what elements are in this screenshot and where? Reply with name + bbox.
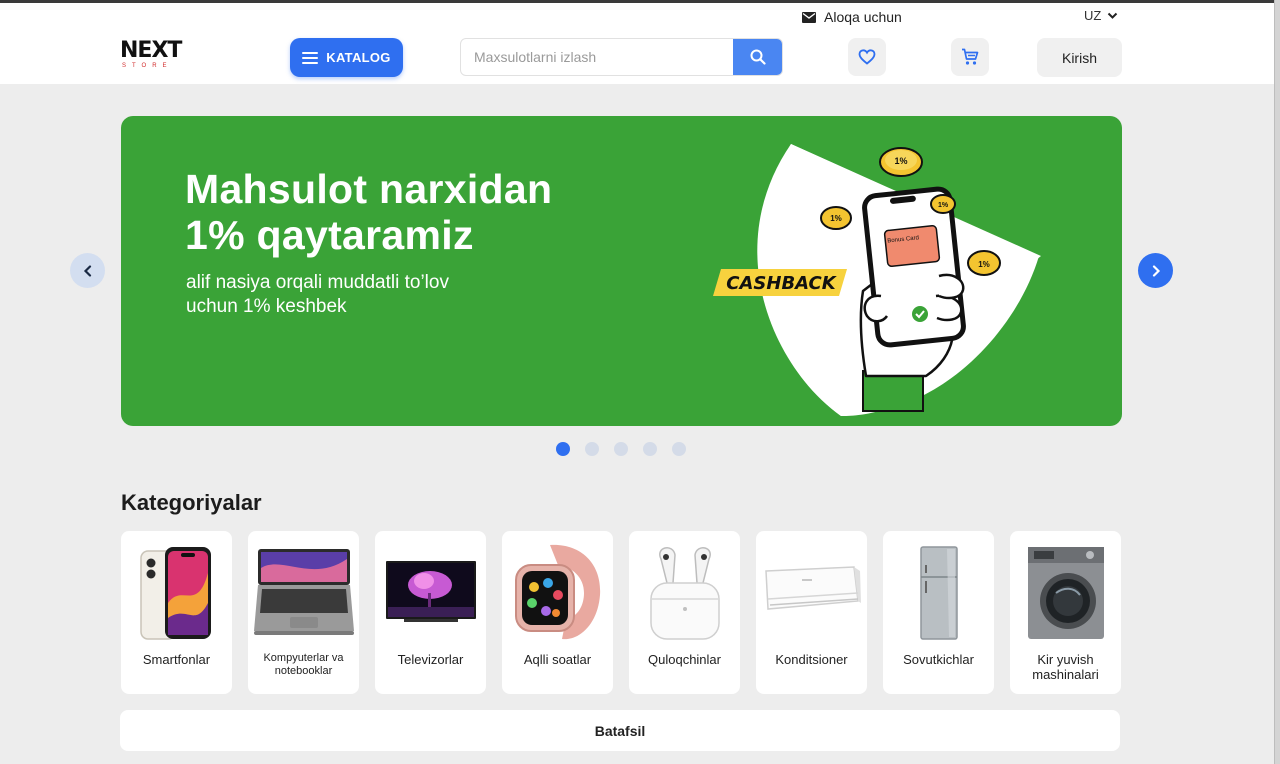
cart-icon [962, 48, 979, 65]
cashback-tag-label: CASHBACK [726, 273, 837, 294]
category-card-smartphones[interactable]: Smartfonlar [121, 531, 232, 694]
banner-prev-button[interactable] [70, 253, 105, 288]
coin-1-label: 1% [894, 156, 907, 166]
categories-title: Kategoriyalar [121, 490, 262, 515]
search-icon [750, 49, 766, 65]
tv-icon [385, 561, 476, 622]
slider-dot-1[interactable] [556, 442, 570, 456]
heart-icon [858, 49, 876, 65]
search-button[interactable] [733, 39, 782, 75]
banner-subtitle: alif nasiya orqali muddatli to’lov uchun… [186, 271, 516, 319]
washing-machine-icon [1027, 547, 1104, 639]
contact-label: Aloqa uchun [824, 9, 902, 25]
mail-icon [802, 11, 816, 23]
store-logo[interactable]: NEXT STORE [120, 40, 200, 72]
logo-word: NEXT [120, 38, 182, 63]
chevron-down-icon [1108, 12, 1118, 19]
contact-link[interactable]: Aloqa uchun [802, 9, 902, 25]
logo-subtitle: STORE [122, 63, 173, 69]
category-card-smartwatches[interactable]: Aqlli soatlar [502, 531, 613, 694]
slider-dots [556, 442, 686, 456]
language-label: UZ [1084, 8, 1102, 23]
menu-icon [302, 51, 319, 64]
banner-title-line-2: 1% qaytaramiz [185, 212, 474, 258]
slider-dot-5[interactable] [672, 442, 686, 456]
category-label: Sovutkichlar [903, 652, 974, 667]
cashback-illustration: Bonus Card 1% 1% 1% 1% CASHBACK [713, 144, 1041, 416]
catalog-button[interactable]: KATALOG [290, 38, 403, 77]
slider-dot-2[interactable] [585, 442, 599, 456]
coin-3: 1% [930, 194, 956, 214]
chevron-right-icon [1152, 264, 1160, 277]
banner-subtitle-line-1: alif nasiya orqali muddatli to’lov [186, 272, 449, 293]
category-label: Televizorlar [397, 652, 464, 667]
category-card-washing-machines[interactable]: Kir yuvish mashinalari [1010, 531, 1121, 694]
promo-banner[interactable]: Mahsulot narxidan 1% qaytaramiz alif nas… [121, 116, 1122, 426]
category-card-laptops[interactable]: Kompyuterlar va notebooklar [248, 531, 359, 694]
search-bar [460, 38, 783, 76]
chevron-left-icon [83, 264, 91, 277]
earbuds-icon [649, 547, 720, 640]
favorites-button[interactable] [848, 38, 886, 76]
category-label: Kir yuvish mashinalari [1032, 652, 1099, 682]
more-button[interactable]: Batafsil [120, 710, 1120, 751]
catalog-label: KATALOG [326, 50, 391, 65]
coin-2: 1% [820, 206, 852, 230]
banner-subtitle-line-2: uchun 1% keshbek [186, 296, 347, 317]
search-input[interactable] [461, 39, 733, 75]
banner-title-line-1: Mahsulot narxidan [185, 166, 553, 212]
banner-next-button[interactable] [1138, 253, 1173, 288]
category-label: Quloqchinlar [648, 652, 721, 667]
laptop-icon [253, 549, 354, 635]
fridge-icon [919, 546, 958, 640]
cashback-tag: CASHBACK [713, 269, 847, 296]
banner-title: Mahsulot narxidan 1% qaytaramiz [185, 166, 552, 258]
coin-4-label: 1% [978, 260, 990, 269]
category-label: Konditsioner [775, 652, 848, 667]
category-card-air-conditioners[interactable]: Konditsioner [756, 531, 867, 694]
category-label: Kompyuterlar va notebooklar [263, 652, 344, 677]
categories-list: Smartfonlar Kompyuterlar va notebooklar [121, 531, 1121, 694]
site-header: Aloqa uchun UZ NEXT STORE KATALOG Maxsul… [0, 3, 1274, 84]
slider-dot-4[interactable] [643, 442, 657, 456]
category-label: Smartfonlar [142, 652, 211, 667]
category-card-earbuds[interactable]: Quloqchinlar [629, 531, 740, 694]
login-button[interactable]: Kirish [1037, 38, 1122, 77]
smartwatch-icon [514, 544, 600, 640]
language-selector[interactable]: UZ [1084, 8, 1118, 23]
window-scrollbar[interactable] [1274, 0, 1280, 764]
cart-button[interactable] [951, 38, 989, 76]
coin-4: 1% [967, 250, 1001, 276]
coin-1: 1% [879, 147, 923, 177]
category-card-fridges[interactable]: Sovutkichlar [883, 531, 994, 694]
coin-2-label: 1% [830, 214, 842, 223]
category-card-tvs[interactable]: Televizorlar [375, 531, 486, 694]
category-label: Aqlli soatlar [523, 652, 592, 667]
smartphone-icon [139, 547, 211, 640]
air-conditioner-icon [764, 566, 861, 610]
coin-3-label: 1% [938, 202, 949, 209]
slider-dot-3[interactable] [614, 442, 628, 456]
